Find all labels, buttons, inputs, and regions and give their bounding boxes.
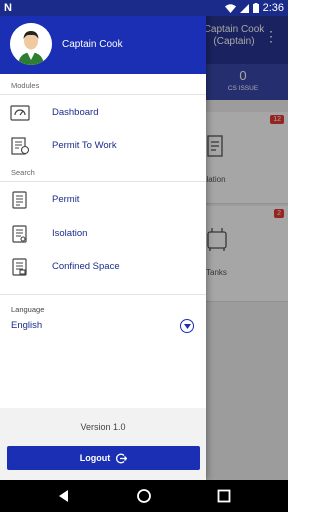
avatar[interactable] <box>10 23 52 65</box>
signal-icon <box>239 3 249 13</box>
menu-item-dashboard-label: Dashboard <box>52 107 99 118</box>
user-name: Captain Cook <box>62 39 123 50</box>
confined-space-icon <box>12 258 27 276</box>
search-section-label: Search <box>11 168 35 177</box>
modules-section-label: Modules <box>11 81 40 90</box>
menu-item-permit[interactable]: Permit <box>0 184 206 216</box>
chevron-down-icon <box>183 323 191 329</box>
battery-icon <box>252 3 259 13</box>
status-bar: N 2:36 <box>0 0 288 16</box>
user-avatar-icon <box>10 23 52 65</box>
navigation-drawer: Captain Cook Modules Dashboard Permit To… <box>0 0 206 480</box>
menu-item-permit-label: Permit <box>52 194 80 205</box>
logout-icon <box>116 453 128 463</box>
language-dropdown-button[interactable] <box>180 319 194 333</box>
notification-icon: N <box>4 2 12 14</box>
language-label: Language <box>11 305 45 314</box>
divider <box>0 94 206 95</box>
language-value[interactable]: English <box>11 320 42 331</box>
wifi-icon <box>224 3 236 13</box>
menu-item-isolation-label: Isolation <box>52 228 88 239</box>
menu-item-permit-to-work[interactable]: Permit To Work <box>0 130 206 162</box>
menu-item-dashboard[interactable]: Dashboard <box>0 97 206 129</box>
drawer-scrim[interactable] <box>206 16 288 480</box>
status-icons: 2:36 <box>224 2 284 14</box>
home-icon[interactable] <box>136 488 152 504</box>
logout-button[interactable]: Logout <box>7 446 200 470</box>
dashboard-icon <box>10 105 30 121</box>
menu-item-confined-space[interactable]: Confined Space <box>0 251 206 283</box>
clock: 2:36 <box>262 2 284 14</box>
drawer-header: Captain Cook <box>0 16 206 74</box>
permit-icon <box>12 191 27 209</box>
recents-icon[interactable] <box>216 488 232 504</box>
menu-item-permit-to-work-label: Permit To Work <box>52 140 117 151</box>
back-icon[interactable] <box>56 488 72 504</box>
permit-to-work-icon <box>11 137 30 155</box>
isolation-icon <box>12 225 27 243</box>
drawer-footer: Version 1.0 Logout <box>0 408 206 480</box>
version-text: Version 1.0 <box>80 422 126 432</box>
app-screen: N 2:36 Captain Cook (Captain) ⋮ 0 CS ISS… <box>0 0 288 512</box>
menu-item-confined-space-label: Confined Space <box>52 261 120 272</box>
menu-item-isolation[interactable]: Isolation <box>0 218 206 250</box>
divider <box>0 181 206 182</box>
system-nav-bar <box>0 480 288 512</box>
logout-button-label: Logout <box>79 453 111 463</box>
divider <box>0 294 206 295</box>
